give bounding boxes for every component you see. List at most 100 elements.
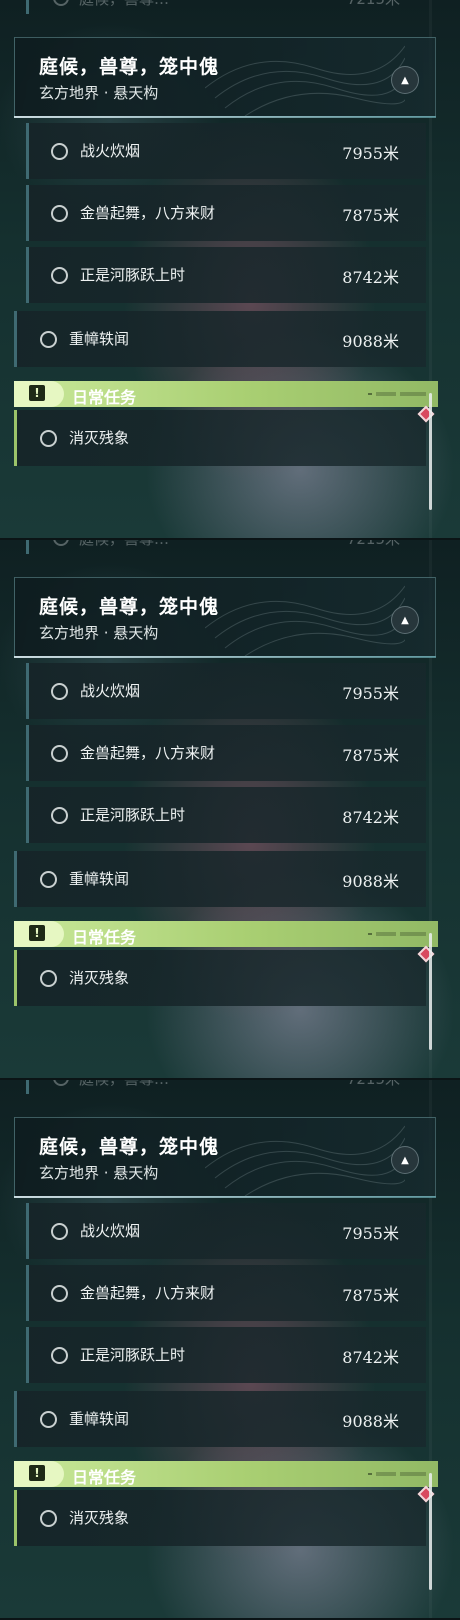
chevron-up-icon: ▲: [401, 614, 409, 626]
quest-status-circle-icon: [51, 1223, 68, 1240]
quest-name: 庭候，兽尊…: [79, 0, 169, 8]
quest-status-circle-icon: [51, 1347, 68, 1364]
partial-quest-row[interactable]: 庭候，兽尊… 7215米: [26, 540, 426, 554]
daily-task-row[interactable]: 消灭残象: [14, 1490, 426, 1546]
alert-icon: !: [29, 385, 45, 401]
quest-group-location: 玄方地界 · 悬天构: [39, 1164, 159, 1182]
main-quest-row[interactable]: 重幛轶闻 9088米: [14, 311, 426, 367]
quest-status-circle-icon: [40, 1411, 57, 1428]
quest-panel-3: 庭候，兽尊… 7215米 庭候，兽尊，笼中傀 玄方地界 · 悬天构 ▲ 战火炊烟…: [0, 1080, 460, 1620]
subquest-row[interactable]: 正是河豚跃上时 8742米: [26, 787, 426, 843]
quest-status-circle-icon: [51, 143, 68, 160]
main-quest-distance: 9088米: [342, 1412, 399, 1431]
chevron-up-icon: ▲: [401, 74, 409, 86]
subquest-row[interactable]: 金兽起舞，八方来财 7875米: [26, 725, 426, 781]
daily-tasks-header[interactable]: ! 日常任务: [14, 381, 438, 407]
quest-distance: 7215米: [347, 1080, 400, 1088]
scrollbar-thumb[interactable]: [429, 393, 432, 510]
subquest-distance: 7955米: [342, 144, 399, 163]
quest-group-header[interactable]: 庭候，兽尊，笼中傀 玄方地界 · 悬天构 ▲: [14, 577, 436, 658]
subquest-name: 金兽起舞，八方来财: [80, 1284, 216, 1302]
subquest-row[interactable]: 战火炊烟 7955米: [26, 663, 426, 719]
subquest-row[interactable]: 正是河豚跃上时 8742米: [26, 247, 426, 303]
daily-task-name: 消灭残象: [69, 429, 130, 447]
subquest-name: 战火炊烟: [80, 1222, 141, 1240]
daily-task-name: 消灭残象: [69, 969, 130, 987]
quest-group-location: 玄方地界 · 悬天构: [39, 624, 159, 642]
main-quest-row[interactable]: 重幛轶闻 9088米: [14, 1391, 426, 1447]
decoration-icon: [368, 932, 426, 936]
quest-distance: 7215米: [347, 540, 400, 548]
quest-group-header[interactable]: 庭候，兽尊，笼中傀 玄方地界 · 悬天构 ▲: [14, 37, 436, 118]
daily-icon-badge: !: [14, 381, 64, 407]
decoration-icon: [368, 1472, 426, 1476]
collapse-button[interactable]: ▲: [391, 66, 419, 94]
subquest-distance: 7955米: [342, 684, 399, 703]
main-quest-name: 重幛轶闻: [69, 1410, 130, 1428]
daily-tasks-label: 日常任务: [72, 388, 137, 407]
subquest-name: 正是河豚跃上时: [80, 806, 186, 824]
subquest-row[interactable]: 战火炊烟 7955米: [26, 123, 426, 179]
main-quest-name: 重幛轶闻: [69, 330, 130, 348]
partial-quest-row[interactable]: 庭候，兽尊… 7215米: [26, 1080, 426, 1094]
subquest-name: 战火炊烟: [80, 142, 141, 160]
quest-status-circle-icon: [51, 205, 68, 222]
subquest-distance: 7875米: [342, 746, 399, 765]
quest-status-circle-icon: [51, 683, 68, 700]
main-quest-name: 重幛轶闻: [69, 870, 130, 888]
daily-tasks-header[interactable]: ! 日常任务: [14, 1461, 438, 1487]
quest-group-title: 庭候，兽尊，笼中傀: [39, 596, 220, 618]
quest-status-circle-icon: [40, 430, 57, 447]
daily-icon-badge: !: [14, 1461, 64, 1487]
subquest-row[interactable]: 金兽起舞，八方来财 7875米: [26, 1265, 426, 1321]
subquest-name: 金兽起舞，八方来财: [80, 204, 216, 222]
quest-status-circle-icon: [40, 970, 57, 987]
quest-status-circle-icon: [51, 745, 68, 762]
subquest-distance: 7875米: [342, 1286, 399, 1305]
quest-status-circle-icon: [51, 267, 68, 284]
subquest-row[interactable]: 正是河豚跃上时 8742米: [26, 1327, 426, 1383]
quest-status-circle-icon: [53, 1080, 69, 1086]
collapse-button[interactable]: ▲: [391, 1146, 419, 1174]
subquest-name: 正是河豚跃上时: [80, 1346, 186, 1364]
daily-tasks-label: 日常任务: [72, 928, 137, 947]
subquest-row[interactable]: 金兽起舞，八方来财 7875米: [26, 185, 426, 241]
quest-group-location: 玄方地界 · 悬天构: [39, 84, 159, 102]
subquest-row[interactable]: 战火炊烟 7955米: [26, 1203, 426, 1259]
collapse-button[interactable]: ▲: [391, 606, 419, 634]
quest-panel-2: 庭候，兽尊… 7215米 庭候，兽尊，笼中傀 玄方地界 · 悬天构 ▲ 战火炊烟…: [0, 540, 460, 1080]
daily-task-row[interactable]: 消灭残象: [14, 410, 426, 466]
alert-icon: !: [29, 1465, 45, 1481]
quest-status-circle-icon: [40, 871, 57, 888]
quest-status-circle-icon: [40, 331, 57, 348]
contour-pattern-icon: [205, 585, 405, 656]
quest-name: 庭候，兽尊…: [79, 540, 169, 548]
quest-status-circle-icon: [53, 0, 69, 6]
subquest-name: 金兽起舞，八方来财: [80, 744, 216, 762]
subquest-distance: 8742米: [342, 268, 399, 287]
quest-name: 庭候，兽尊…: [79, 1080, 169, 1088]
chevron-up-icon: ▲: [401, 1154, 409, 1166]
quest-status-circle-icon: [53, 540, 69, 546]
subquest-distance: 7875米: [342, 206, 399, 225]
scrollbar-thumb[interactable]: [429, 1473, 432, 1590]
subquest-name: 战火炊烟: [80, 682, 141, 700]
subquest-distance: 8742米: [342, 808, 399, 827]
quest-distance: 7215米: [347, 0, 400, 8]
quest-status-circle-icon: [51, 807, 68, 824]
daily-tasks-header[interactable]: ! 日常任务: [14, 921, 438, 947]
quest-group-title: 庭候，兽尊，笼中傀: [39, 1136, 220, 1158]
daily-task-row[interactable]: 消灭残象: [14, 950, 426, 1006]
contour-pattern-icon: [205, 1125, 405, 1196]
quest-status-circle-icon: [51, 1285, 68, 1302]
subquest-distance: 8742米: [342, 1348, 399, 1367]
subquest-name: 正是河豚跃上时: [80, 266, 186, 284]
main-quest-row[interactable]: 重幛轶闻 9088米: [14, 851, 426, 907]
partial-quest-row[interactable]: 庭候，兽尊… 7215米: [26, 0, 426, 14]
quest-group-title: 庭候，兽尊，笼中傀: [39, 56, 220, 78]
quest-group-header[interactable]: 庭候，兽尊，笼中傀 玄方地界 · 悬天构 ▲: [14, 1117, 436, 1198]
alert-icon: !: [29, 925, 45, 941]
daily-tasks-label: 日常任务: [72, 1468, 137, 1487]
contour-pattern-icon: [205, 45, 405, 116]
scrollbar-thumb[interactable]: [429, 933, 432, 1050]
